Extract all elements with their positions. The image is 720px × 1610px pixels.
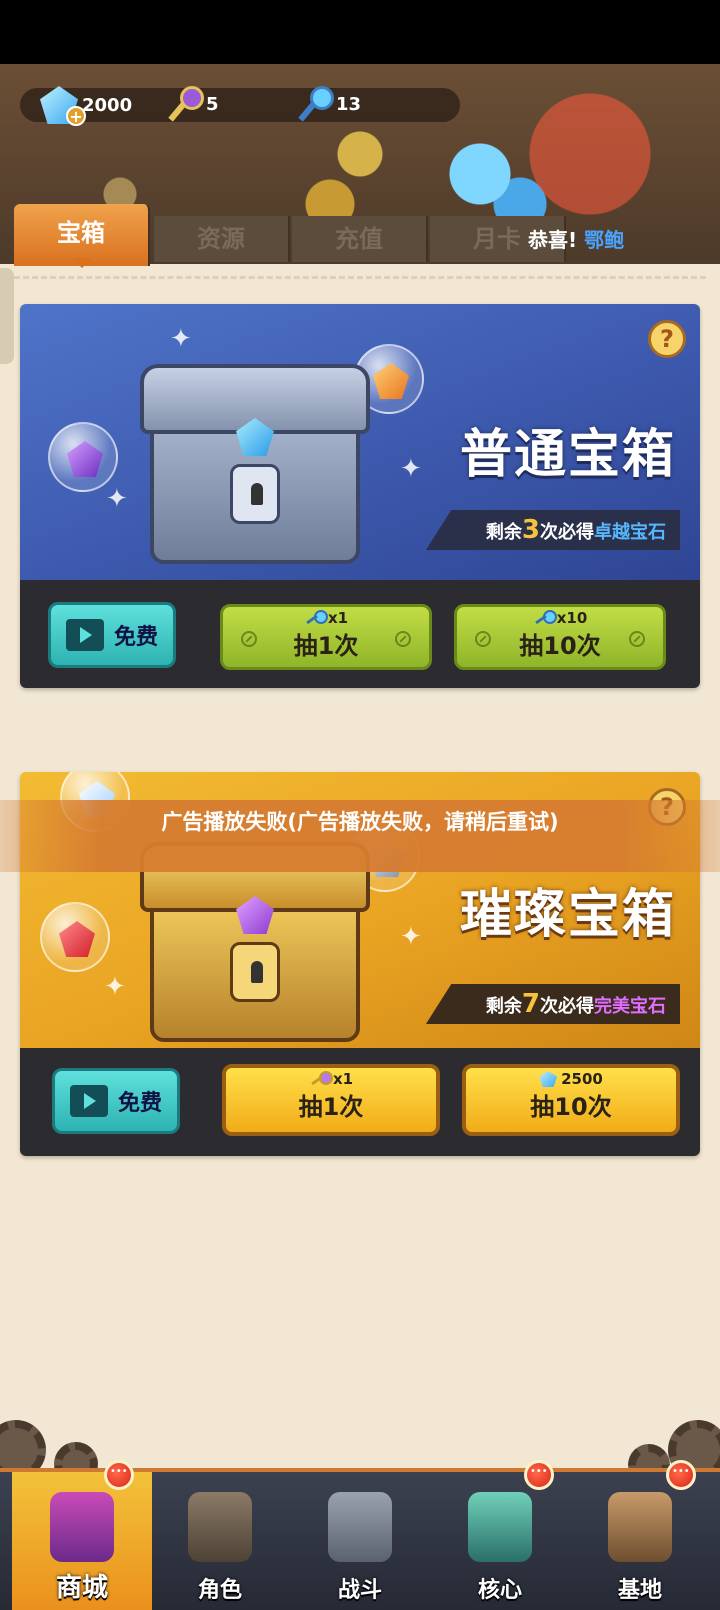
common-chest-guarantee: 剩余3次必得卓越宝石 [425, 510, 680, 550]
purple-gem-icon [48, 422, 118, 492]
purple-key-count: 5 [206, 93, 219, 115]
blue-key-count: 13 [336, 93, 362, 115]
brilliant-chest-icon [140, 842, 370, 1042]
gear-decoration [0, 1420, 720, 1486]
remain-prefix: 剩余 [485, 522, 522, 543]
common-chest-help-button[interactable]: ? [648, 320, 686, 358]
red-gem-icon [40, 902, 110, 972]
draw-cost: x1 [226, 1068, 436, 1090]
disabled-icon [629, 631, 645, 647]
core-icon [468, 1492, 532, 1562]
nav-label: 战斗 [337, 1578, 382, 1603]
brilliant-chest-actions: 免费 x1 抽1次 2500 抽10次 [20, 1048, 700, 1156]
remain-reward: 卓越宝石 [594, 522, 666, 543]
sparkle-icon: ✦ [400, 454, 422, 484]
remain-count: 7 [521, 989, 540, 1019]
crossed-guns-icon [328, 1492, 392, 1562]
draw-label: 抽10次 [530, 1093, 612, 1121]
remain-mid: 次必得 [540, 996, 594, 1017]
sparkle-icon: ✦ [400, 922, 422, 952]
status-bar [0, 0, 720, 64]
diamond-counter[interactable]: 2000 [40, 86, 132, 124]
remain-mid: 次必得 [540, 522, 594, 543]
sparkle-icon: ✦ [104, 972, 126, 1002]
blue-key-counter: 13 [302, 86, 361, 122]
marquee-prefix: 恭喜! [528, 228, 578, 252]
video-ad-icon [69, 1085, 108, 1117]
draw-cost: 2500 [466, 1068, 676, 1090]
nav-character[interactable]: 角色 [150, 1472, 290, 1610]
common-chest-title: 普通宝箱 [459, 425, 676, 485]
draw-label: 抽1次 [298, 1093, 364, 1121]
ad-failed-toast: 广告播放失败(广告播放失败，请稍后重试) [0, 800, 720, 872]
draw-cost: x10 [457, 607, 663, 629]
remain-reward: 完美宝石 [594, 996, 666, 1017]
disabled-icon [241, 631, 257, 647]
cost-value: x10 [556, 609, 588, 627]
video-ad-icon [65, 619, 104, 651]
remain-prefix: 剩余 [485, 996, 522, 1017]
shop-icon [50, 1492, 114, 1562]
nav-base[interactable]: 基地 [570, 1460, 710, 1610]
nav-label: 核心 [477, 1578, 522, 1603]
remain-count: 3 [521, 515, 540, 545]
free-label: 免费 [117, 1091, 162, 1116]
brilliant-chest-guarantee: 剩余7次必得完美宝石 [425, 984, 680, 1024]
draw-cost: x1 [223, 607, 429, 629]
notification-badge-icon [666, 1460, 696, 1490]
divider [14, 276, 706, 279]
announcement-marquee: 恭喜! 鄂鲍 [528, 224, 638, 253]
nav-shop[interactable]: 商城 [12, 1460, 152, 1610]
soldier-icon [188, 1492, 252, 1562]
marquee-player-name: 鄂鲍 [584, 228, 625, 252]
purple-key-counter: 5 [172, 86, 219, 122]
cost-value: x1 [327, 609, 349, 627]
common-draw-1-button[interactable]: x1 抽1次 [220, 604, 432, 670]
notification-badge-icon [104, 1460, 134, 1490]
nav-label: 基地 [617, 1578, 662, 1603]
brilliant-chest-title: 璀璨宝箱 [459, 885, 676, 945]
common-chest-card: ✦ ✦ ✦ 普通宝箱 剩余3次必得卓越宝石 ? 免费 x1 抽1次 x10 抽1… [20, 304, 700, 688]
disabled-icon [395, 631, 411, 647]
cost-value: x1 [332, 1070, 354, 1088]
free-label: 免费 [113, 625, 158, 650]
cost-value: 2500 [561, 1070, 603, 1088]
side-drawer-handle[interactable] [0, 268, 14, 364]
nav-label: 角色 [197, 1578, 242, 1603]
blue-key-icon [302, 86, 334, 122]
diamond-count: 2000 [82, 94, 133, 116]
nav-battle[interactable]: 战斗 [290, 1472, 430, 1610]
add-diamond-icon[interactable]: + [66, 106, 86, 126]
common-free-button[interactable]: 免费 [48, 602, 176, 668]
brilliant-free-button[interactable]: 免费 [52, 1068, 180, 1134]
nav-core[interactable]: 核心 [430, 1460, 570, 1610]
tab-resources[interactable]: 资源 [154, 216, 290, 262]
disabled-icon [475, 631, 491, 647]
purple-key-icon [309, 1071, 333, 1087]
tab-chest[interactable]: 宝箱 [14, 204, 150, 268]
brilliant-draw-1-button[interactable]: x1 抽1次 [222, 1064, 440, 1136]
nav-label: 商城 [55, 1573, 108, 1603]
diamond-icon [539, 1071, 558, 1087]
sparkle-icon: ✦ [170, 324, 192, 354]
blue-key-icon [304, 610, 328, 626]
blue-key-icon [533, 610, 557, 626]
tab-recharge[interactable]: 充值 [292, 216, 428, 262]
brilliant-draw-10-button[interactable]: 2500 抽10次 [462, 1064, 680, 1136]
sparkle-icon: ✦ [106, 484, 128, 514]
purple-key-icon [172, 86, 204, 122]
common-chest-actions: 免费 x1 抽1次 x10 抽10次 [20, 580, 700, 688]
common-chest-icon [140, 364, 370, 564]
notification-badge-icon [524, 1460, 554, 1490]
common-draw-10-button[interactable]: x10 抽10次 [454, 604, 666, 670]
common-chest-banner: ✦ ✦ ✦ 普通宝箱 剩余3次必得卓越宝石 ? [20, 304, 700, 580]
bottom-nav: 商城 角色 战斗 核心 基地 [0, 1460, 720, 1610]
base-tower-icon [608, 1492, 672, 1562]
